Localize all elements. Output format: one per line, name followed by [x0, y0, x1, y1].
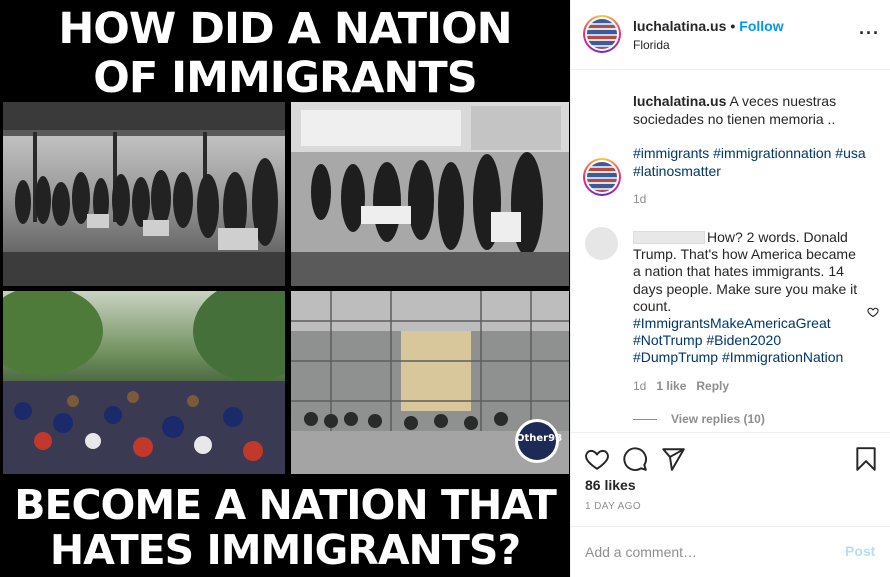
location-link[interactable]: Florida	[633, 38, 670, 52]
share-send-icon[interactable]	[660, 446, 686, 472]
headline-line-4: HATES IMMIGRANTS?	[49, 526, 521, 574]
comment-bubble-icon[interactable]	[622, 446, 648, 472]
post-author: luchalatina.us • Follow	[633, 18, 784, 34]
commenter-avatar[interactable]	[585, 227, 618, 260]
comment: How? 2 words. Donald Trump. That's how A…	[633, 229, 863, 315]
bookmark-icon[interactable]	[853, 446, 879, 472]
photo-migrant-caravan	[3, 291, 285, 474]
watermark-text: Other98	[516, 433, 563, 444]
comment-hashtag-line[interactable]: #DumpTrump #ImmigrationNation	[633, 349, 878, 366]
redacted-username	[633, 231, 705, 244]
like-heart-icon[interactable]	[584, 446, 610, 472]
reply-button[interactable]: Reply	[696, 379, 729, 393]
comment-hashtag-line[interactable]: #ImmigrantsMakeAmericaGreat	[633, 315, 878, 332]
add-comment-bar: Post	[571, 526, 890, 577]
post-comment-button[interactable]: Post	[845, 543, 875, 559]
post-header: luchalatina.us • Follow Florida ···	[571, 0, 890, 70]
comment-hashtags: #ImmigrantsMakeAmericaGreat #NotTrump #B…	[633, 315, 878, 367]
replies-divider-line	[633, 419, 657, 421]
add-comment-input[interactable]	[585, 541, 825, 563]
separator-dot: •	[730, 18, 736, 34]
photo-historic-dock	[3, 102, 285, 286]
comments-section[interactable]: luchalatina.us A veces nuestras sociedad…	[571, 70, 890, 432]
author-username[interactable]: luchalatina.us	[633, 18, 726, 34]
caption: luchalatina.us A veces nuestras sociedad…	[633, 92, 878, 128]
comment-like-heart-icon[interactable]	[867, 306, 879, 318]
likes-count[interactable]: 86 likes	[585, 477, 636, 493]
more-horizontal-icon[interactable]: ···	[859, 24, 880, 42]
comment-meta: 1d 1 like Reply	[633, 379, 739, 393]
headline-line-3: BECOME A NATION THAT	[14, 481, 557, 529]
follow-button[interactable]: Follow	[739, 18, 783, 34]
comment-timestamp[interactable]: 1d	[633, 379, 646, 393]
photo-historic-arrivals	[291, 102, 569, 286]
avatar[interactable]	[583, 15, 621, 53]
caption-hashtags[interactable]: #immigrants #immigrationnation #usa #lat…	[633, 144, 878, 180]
comment-hashtag-line[interactable]: #NotTrump #Biden2020	[633, 332, 878, 349]
comment-likes[interactable]: 1 like	[656, 379, 686, 393]
post-date[interactable]: 1 DAY AGO	[585, 501, 641, 512]
caption-avatar[interactable]	[583, 158, 621, 196]
photo-detention-facility: Other98	[291, 291, 569, 474]
post-details-panel: luchalatina.us • Follow Florida ··· luchal…	[570, 0, 890, 577]
post-actions: 86 likes 1 DAY AGO	[571, 432, 890, 527]
caption-username[interactable]: luchalatina.us	[633, 93, 726, 109]
caption-timestamp[interactable]: 1d	[633, 192, 646, 206]
view-replies-button[interactable]: View replies (10)	[633, 412, 765, 426]
headline-line-1: HOW DID A NATION	[58, 4, 512, 54]
view-replies-label: View replies (10)	[671, 412, 765, 426]
post-image[interactable]: HOW DID A NATION OF IMMIGRANTS Other98 B…	[0, 0, 570, 577]
headline-line-2: OF IMMIGRANTS	[93, 53, 477, 103]
